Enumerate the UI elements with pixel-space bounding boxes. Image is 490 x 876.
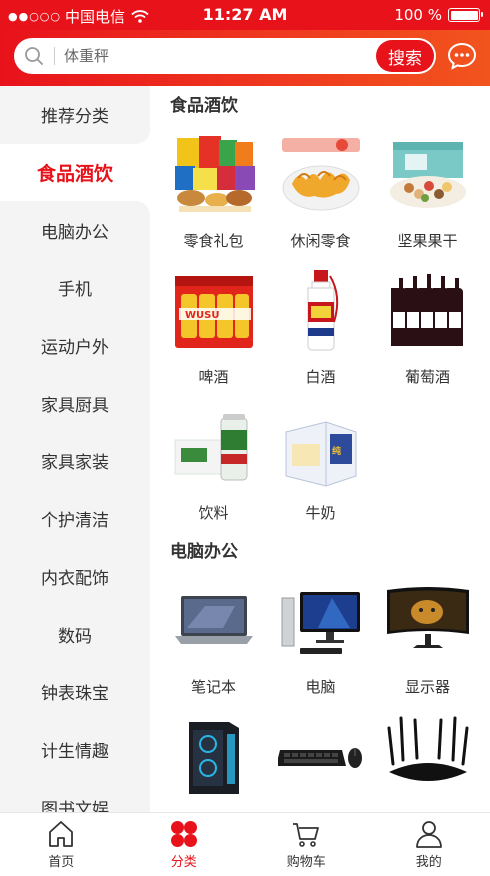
status-bar: ●●○○○ 中国电信 11:27 AM 100 % <box>0 0 490 30</box>
category-label: 笔记本 <box>190 678 236 696</box>
category-cell[interactable] <box>374 706 481 812</box>
category-cell[interactable]: 显示器 <box>374 570 481 706</box>
category-cell[interactable]: 白酒 <box>267 260 374 396</box>
milk-image: 纯 <box>285 421 356 487</box>
tab-label: 分类 <box>170 855 197 870</box>
tab-category[interactable]: 分类 <box>123 813 246 876</box>
keyboard-mouse-image <box>277 748 362 768</box>
desktop-pc-image <box>281 592 360 654</box>
sidebar-item[interactable]: 图书文娱 <box>0 778 150 812</box>
tab-home[interactable]: 首页 <box>0 813 123 876</box>
category-cell[interactable] <box>267 706 374 812</box>
category-label: 啤酒 <box>198 368 229 386</box>
category-label: 白酒 <box>305 368 336 386</box>
category-cell[interactable] <box>160 706 267 812</box>
category-label: 葡萄酒 <box>404 368 450 386</box>
cart-icon <box>293 823 320 847</box>
category-label: 饮料 <box>198 504 229 522</box>
tab-cart[interactable]: 购物车 <box>245 813 368 876</box>
sidebar-item[interactable]: 家具厨具 <box>0 374 150 432</box>
header: 搜索 <box>0 30 490 86</box>
sidebar-item[interactable]: 数码 <box>0 605 150 663</box>
status-right: 100 % <box>394 6 483 24</box>
category-icon <box>170 821 197 847</box>
sidebar-item[interactable]: 个护清洁 <box>0 490 150 548</box>
category-grid: 零食礼包 休闲零食 坚果果干 WUSU 啤酒 白酒 葡萄酒 饮料 纯 牛奶 <box>150 124 490 532</box>
category-label: 电脑 <box>305 678 336 696</box>
message-icon[interactable] <box>446 40 478 72</box>
category-label: 显示器 <box>404 678 450 696</box>
monitor-image <box>386 587 469 648</box>
category-cell[interactable]: 坚果果干 <box>374 124 481 260</box>
category-label: 零食礼包 <box>183 232 244 250</box>
tab-label: 首页 <box>48 855 75 870</box>
category-cell[interactable]: 休闲零食 <box>267 124 374 260</box>
beer-image: WUSU <box>174 276 253 348</box>
category-content: 食品酒饮 零食礼包 休闲零食 坚果果干 WUSU 啤酒 白酒 葡萄酒 饮料 纯 … <box>150 86 490 812</box>
svg-text:纯: 纯 <box>332 445 341 457</box>
router-image <box>387 716 468 781</box>
sidebar-item[interactable]: 电脑办公 <box>0 201 150 260</box>
section-title: 食品酒饮 <box>170 96 238 116</box>
wine-image <box>390 274 463 346</box>
pc-case-image <box>188 722 239 794</box>
tab-label: 我的 <box>415 855 442 870</box>
search-bar[interactable]: 搜索 <box>14 38 436 74</box>
casual-snack-image <box>281 138 360 211</box>
category-grid: 笔记本 电脑 显示器 <box>150 570 490 812</box>
baijiu-image <box>307 270 338 351</box>
sidebar-item[interactable]: 家具家装 <box>0 432 150 490</box>
section-title: 电脑办公 <box>170 542 238 562</box>
search-divider <box>54 47 55 65</box>
sidebar-item-active[interactable]: 食品酒饮 <box>0 143 150 202</box>
home-icon <box>49 821 74 847</box>
nuts-dried-fruit-image <box>389 142 466 208</box>
category-sidebar: 推荐分类 食品酒饮 电脑办公 手机 运动户外 家具厨具 家具家装 个护清洁 内衣… <box>0 86 150 812</box>
tab-label: 购物车 <box>286 855 326 870</box>
laptop-image <box>174 596 253 644</box>
sidebar-item[interactable]: 运动户外 <box>0 317 150 375</box>
sidebar-item[interactable]: 手机 <box>0 259 150 317</box>
category-cell[interactable]: 笔记本 <box>160 570 267 706</box>
snack-gift-pack-image <box>174 136 255 212</box>
sidebar-item[interactable]: 推荐分类 <box>0 86 150 144</box>
category-label: 休闲零食 <box>290 232 351 250</box>
drinks-image <box>174 414 247 481</box>
category-cell[interactable]: 饮料 <box>160 396 267 532</box>
sidebar-item[interactable]: 内衣配饰 <box>0 548 150 606</box>
category-label: 牛奶 <box>305 504 336 522</box>
battery-fill <box>450 10 478 20</box>
category-cell[interactable]: WUSU 啤酒 <box>160 260 267 396</box>
battery-icon <box>448 8 483 22</box>
tab-bar: 首页 分类 购物车 我的 <box>0 812 490 876</box>
search-icon <box>25 47 43 65</box>
tab-profile[interactable]: 我的 <box>368 813 490 876</box>
sidebar-item[interactable]: 钟表珠宝 <box>0 663 150 721</box>
sidebar-item[interactable]: 计生情趣 <box>0 721 150 779</box>
category-cell[interactable]: 纯 牛奶 <box>267 396 374 532</box>
search-button[interactable]: 搜索 <box>376 40 434 72</box>
category-cell[interactable]: 葡萄酒 <box>374 260 481 396</box>
category-label: 坚果果干 <box>397 232 458 250</box>
search-input[interactable] <box>64 38 364 74</box>
user-icon <box>415 821 442 848</box>
category-cell[interactable]: 零食礼包 <box>160 124 267 260</box>
battery-percent: 100 % <box>394 6 442 24</box>
category-cell[interactable]: 电脑 <box>267 570 374 706</box>
svg-text:WUSU: WUSU <box>185 310 219 321</box>
